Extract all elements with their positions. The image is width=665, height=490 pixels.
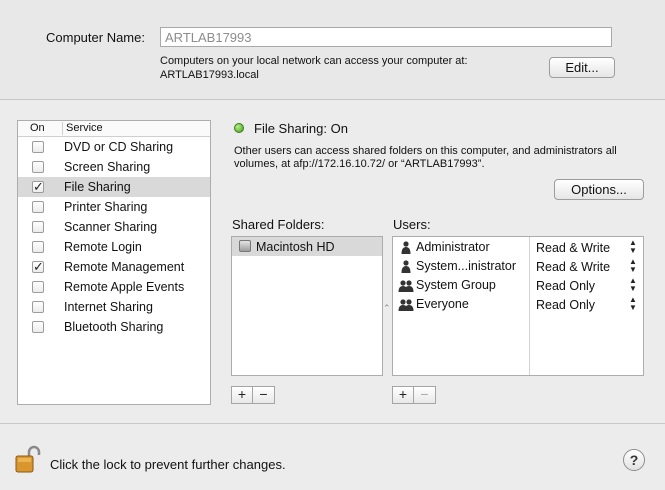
service-checkbox[interactable] [32,161,44,173]
service-checkbox[interactable] [32,321,44,333]
permission-stepper-icon[interactable]: ▲ ▼ [629,277,637,293]
service-row[interactable]: Screen Sharing [18,157,210,177]
service-row[interactable]: Printer Sharing [18,197,210,217]
user-row[interactable]: System...inistrator Read & Write ▲ ▼ [393,257,643,276]
group-icon [398,299,414,311]
hard-drive-icon [239,240,251,252]
service-row[interactable]: Internet Sharing [18,297,210,317]
computer-name-section [0,0,665,100]
user-name: Administrator [416,240,490,254]
shared-folders-list: Macintosh HD [231,236,383,376]
service-checkbox[interactable] [32,241,44,253]
service-label: Printer Sharing [64,200,148,214]
service-list-header: On Service [18,121,210,137]
service-label: Remote Apple Events [64,280,185,294]
service-label: Internet Sharing [64,300,153,314]
single-user-icon [401,260,411,273]
computer-name-field[interactable]: ARTLAB17993 [160,27,612,47]
header-on[interactable]: On [30,121,45,136]
users-list: Administrator Read & Write ▲ ▼ System...inis… [392,236,644,376]
service-checkbox[interactable] [32,221,44,233]
service-label: File Sharing [64,180,131,194]
shared-folder-label: Macintosh HD [256,240,335,254]
service-label: Bluetooth Sharing [64,320,164,334]
permission-select[interactable]: Read Only [536,279,595,293]
permission-select[interactable]: Read & Write [536,260,610,274]
service-label: Remote Login [64,240,142,254]
user-name: Everyone [416,297,469,311]
service-checkbox[interactable] [32,301,44,313]
local-network-text: Computers on your local network can acce… [160,55,468,67]
user-row[interactable]: Everyone Read Only ▲ ▼ [393,295,643,314]
users-label: Users: [393,217,431,232]
service-list: On Service DVD or CD Sharing Screen Shari… [17,120,211,405]
local-address: ARTLAB17993.local [160,69,259,81]
computer-name-label: Computer Name: [46,30,145,45]
user-name: System...inistrator [416,259,517,273]
shared-folder-row[interactable]: Macintosh HD [232,237,382,256]
group-icon [398,280,414,292]
user-name: System Group [416,278,496,292]
permission-stepper-icon[interactable]: ▲ ▼ [629,239,637,255]
permission-select[interactable]: Read Only [536,298,595,312]
footer-divider [0,423,665,424]
service-checkbox[interactable] [32,201,44,213]
edit-button[interactable]: Edit... [549,57,615,78]
permission-select[interactable]: Read & Write [536,241,610,255]
service-row[interactable]: ✓ Remote Management [18,257,210,277]
options-button[interactable]: Options... [554,179,644,200]
service-row[interactable]: Bluetooth Sharing [18,317,210,337]
lock-message: Click the lock to prevent further change… [50,457,286,472]
service-checkbox[interactable] [32,141,44,153]
split-resize-handle[interactable]: ⌃ [383,303,391,314]
remove-user-button[interactable]: − [414,386,436,404]
service-label: Scanner Sharing [64,220,158,234]
permission-stepper-icon[interactable]: ▲ ▼ [629,296,637,312]
shared-folders-label: Shared Folders: [232,217,325,232]
service-row[interactable]: Scanner Sharing [18,217,210,237]
help-button[interactable]: ? [623,449,645,471]
file-sharing-description: Other users can access shared folders on… [234,145,617,170]
single-user-icon [401,241,411,254]
service-checkbox[interactable]: ✓ [32,260,44,273]
file-sharing-status: File Sharing: On [254,121,348,136]
add-shared-folder-button[interactable]: + [231,386,253,404]
header-service[interactable]: Service [66,121,103,136]
user-row[interactable]: Administrator Read & Write ▲ ▼ [393,238,643,257]
service-row[interactable]: DVD or CD Sharing [18,137,210,157]
status-indicator-icon [234,123,244,133]
service-checkbox[interactable]: ✓ [32,180,44,193]
service-row[interactable]: Remote Apple Events [18,277,210,297]
user-row[interactable]: System Group Read Only ▲ ▼ [393,276,643,295]
header-divider [62,122,63,135]
lock-icon[interactable] [15,444,41,474]
service-label: Remote Management [64,260,185,274]
service-label: DVD or CD Sharing [64,140,174,154]
service-checkbox[interactable] [32,281,44,293]
local-address-description: Computers on your local network can acce… [160,54,540,82]
remove-shared-folder-button[interactable]: − [253,386,275,404]
service-row[interactable]: ✓ File Sharing [18,177,210,197]
service-label: Screen Sharing [64,160,151,174]
permission-stepper-icon[interactable]: ▲ ▼ [629,258,637,274]
service-row[interactable]: Remote Login [18,237,210,257]
add-user-button[interactable]: + [392,386,414,404]
